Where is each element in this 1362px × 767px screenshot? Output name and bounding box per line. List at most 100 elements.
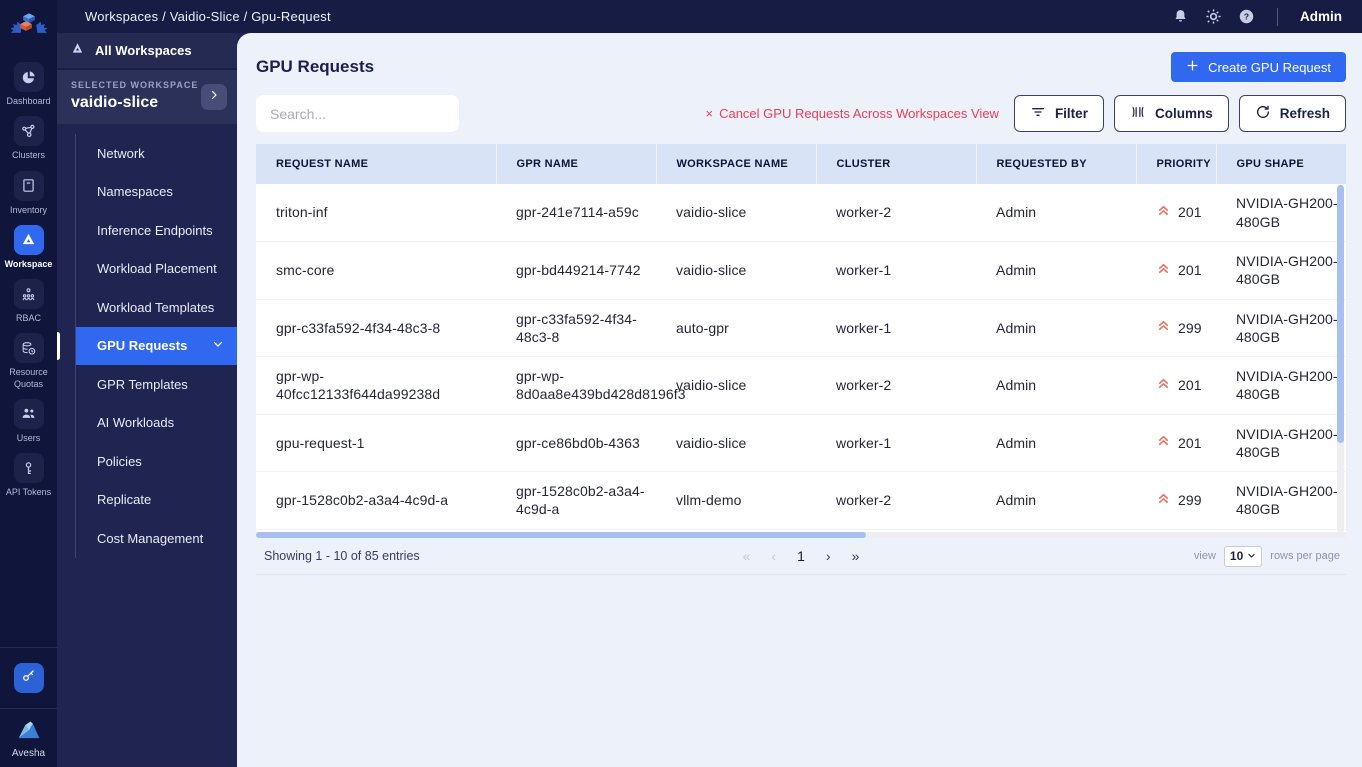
create-gpu-request-button[interactable]: Create GPU Request (1171, 52, 1346, 82)
sidebar-item-namespaces[interactable]: Namespaces (76, 173, 237, 212)
cell-requested-by: Admin (976, 414, 1136, 472)
cell-gpu-shape: NVIDIA-GH200-480GB (1216, 184, 1346, 242)
sidebar-item-cost-management[interactable]: Cost Management (76, 519, 237, 558)
rows-per-page-label: rows per page (1270, 550, 1340, 562)
app-root: Dashboard Clusters Inventory Workspace RBAC R… (0, 0, 1362, 767)
cell-workspace-name: vaidio-slice (656, 241, 816, 300)
cell-gpu-shape: NVIDIA-GH200-480GB (1216, 241, 1346, 300)
cell-request-name: triton-inf (256, 184, 496, 242)
priority-value: 201 (1178, 262, 1202, 279)
current-page[interactable]: 1 (797, 548, 805, 564)
cancel-gpu-requests-link[interactable]: × Cancel GPU Requests Across Workspaces … (705, 106, 998, 121)
refresh-button[interactable]: Refresh (1238, 95, 1346, 132)
search-input[interactable] (256, 95, 459, 132)
rows-per-page-select[interactable]: 10 (1223, 545, 1263, 567)
cell-cluster: worker-2 (816, 356, 976, 415)
cell-cluster: worker-2 (816, 471, 976, 530)
sidebar-item-workload-placement[interactable]: Workload Placement (76, 250, 237, 289)
cell-gpr-name: gpr-1528c0b2-a3a4-4c9d-a (496, 471, 656, 530)
rail-item-resource-quotas[interactable]: Resource Quotas (0, 333, 57, 390)
rail-item-api-tokens[interactable]: API Tokens (0, 453, 57, 498)
table-footer: Showing 1 - 10 of 85 entries « ‹ 1 › » v… (256, 538, 1346, 575)
workspace-sidebar: All Workspaces SELECTED WORKSPACE vaidio… (55, 33, 237, 767)
cell-request-name: smc-core (256, 241, 496, 300)
sidebar-item-network[interactable]: Network (76, 134, 237, 173)
table-row[interactable]: gpr-1528c0b2-a3a4-4c9d-a gpr-1528c0b2-a3a… (256, 471, 1346, 530)
sidebar-item-policies[interactable]: Policies (76, 442, 237, 481)
cell-workspace-name: vaidio-slice (656, 356, 816, 415)
notifications-bell-icon[interactable] (1172, 8, 1189, 25)
cancel-gpu-requests-label: Cancel GPU Requests Across Workspaces Vi… (719, 106, 999, 121)
users-icon (13, 398, 44, 429)
user-menu[interactable]: Admin (1300, 9, 1342, 24)
sidebar-item-label: Inference Endpoints (97, 222, 213, 238)
gpu-requests-table: REQUEST NAME GPR NAME WORKSPACE NAME CLUSTE… (256, 144, 1346, 538)
rail-item-dashboard[interactable]: Dashboard (0, 62, 57, 107)
filter-icon (1030, 104, 1046, 123)
sidebar-item-ai-workloads[interactable]: AI Workloads (76, 404, 237, 443)
filter-button[interactable]: Filter (1013, 95, 1104, 132)
icon-rail: Dashboard Clusters Inventory Workspace RBAC R… (0, 0, 57, 767)
cell-gpr-name: gpr-wp-8d0aa8e439bd428d8196f3 (496, 356, 686, 415)
cell-gpr-name: gpr-c33fa592-4f34-48c3-8 (496, 299, 656, 357)
sidebar-item-inference-endpoints[interactable]: Inference Endpoints (76, 211, 237, 250)
cell-requested-by: Admin (976, 299, 1136, 357)
table-row[interactable]: gpr-wp-40fcc12133f644da99238d gpr-wp-8d0a… (256, 356, 1346, 415)
brand-name: Avesha (11, 748, 46, 759)
prev-page-button[interactable]: ‹ (771, 548, 776, 564)
priority-up-icon (1156, 261, 1171, 280)
api-tokens-icon (13, 453, 44, 483)
sidebar-item-gpr-templates[interactable]: GPR Templates (76, 365, 237, 404)
create-gpu-request-label: Create GPU Request (1208, 59, 1331, 75)
rail-item-inventory[interactable]: Inventory (0, 170, 57, 216)
all-workspaces-button[interactable]: All Workspaces (57, 33, 237, 70)
cell-workspace-name: vllm-demo (656, 471, 816, 530)
columns-button[interactable]: Columns (1113, 95, 1229, 132)
sidebar-item-workload-templates[interactable]: Workload Templates (76, 288, 237, 327)
cell-gpu-shape: NVIDIA-GH200-480GB (1216, 356, 1346, 415)
cell-gpu-shape: NVIDIA-GH200-480GB (1216, 414, 1346, 472)
search-group (256, 95, 459, 132)
chevron-right-icon (208, 88, 220, 106)
first-page-button[interactable]: « (743, 548, 751, 564)
rail-items: Dashboard Clusters Inventory Workspace RBAC R… (0, 62, 57, 507)
sidebar-item-label: AI Workloads (97, 415, 175, 431)
table-row[interactable]: gpr-c33fa592-4f34-48c3-8 gpr-c33fa592-4f3… (256, 299, 1346, 357)
cell-priority: 201 (1136, 184, 1216, 242)
cell-gpr-name: gpr-241e7114-a59c (496, 184, 656, 242)
priority-value: 201 (1178, 204, 1202, 221)
rail-item-label: RBAC (15, 313, 41, 323)
cell-gpr-name: gpr-bd449214-7742 (496, 241, 656, 300)
rail-item-label: Users (16, 432, 41, 443)
cell-priority: 201 (1136, 414, 1216, 472)
inventory-icon (13, 170, 44, 201)
pagination: « ‹ 1 › » (743, 548, 860, 564)
sidebar-item-gpu-requests[interactable]: GPU Requests (55, 326, 237, 365)
sidebar-item-label: GPR Templates (97, 376, 188, 392)
dashboard-icon (13, 62, 44, 92)
rail-item-workspace[interactable]: Workspace (0, 224, 57, 270)
help-icon[interactable]: ? (1238, 8, 1255, 25)
rows-per-page-value: 10 (1229, 549, 1244, 563)
rail-item-users[interactable]: Users (0, 398, 57, 444)
table-row[interactable]: smc-core gpr-bd449214-7742 vaidio-slice wor… (256, 241, 1346, 300)
cell-priority: 299 (1136, 299, 1216, 357)
workspace-switch-button[interactable] (201, 84, 227, 110)
column-header-request-name: REQUEST NAME (256, 144, 497, 184)
priority-up-icon (1156, 376, 1171, 395)
brand-block: Avesha (12, 709, 45, 767)
table-row[interactable]: triton-inf gpr-241e7114-a59c vaidio-slice w… (256, 184, 1346, 242)
vertical-scrollbar[interactable] (1337, 185, 1344, 533)
cell-request-name: gpu-request-1 (256, 414, 496, 472)
connect-key-button[interactable] (13, 663, 44, 693)
app-logo-icon[interactable] (0, 0, 57, 54)
settings-gear-icon[interactable] (1205, 8, 1222, 25)
cell-priority: 299 (1136, 471, 1216, 530)
rail-item-clusters[interactable]: Clusters (0, 116, 57, 161)
vertical-scrollbar-thumb[interactable] (1337, 185, 1344, 443)
rail-item-rbac[interactable]: RBAC (0, 279, 57, 324)
last-page-button[interactable]: » (852, 548, 860, 564)
sidebar-item-replicate[interactable]: Replicate (76, 481, 237, 520)
table-row[interactable]: gpu-request-1 gpr-ce86bd0b-4363 vaidio-sli… (256, 414, 1346, 472)
next-page-button[interactable]: › (826, 548, 831, 564)
